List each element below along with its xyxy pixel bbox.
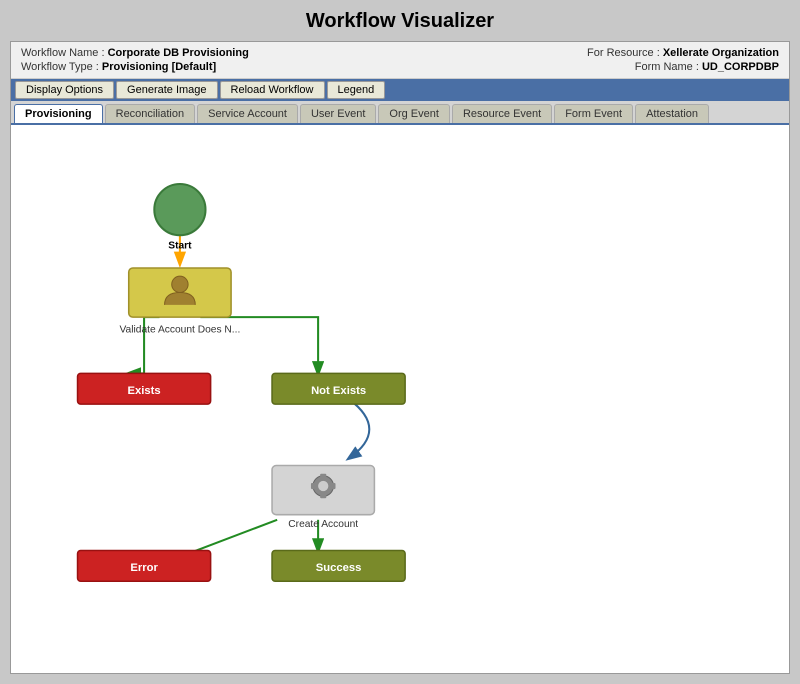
tab-reconciliation[interactable]: Reconciliation [105,104,195,123]
toolbar: Display Options Generate Image Reload Wo… [11,79,789,101]
tab-resource-event[interactable]: Resource Event [452,104,552,123]
main-panel: Workflow Name : Corporate DB Provisionin… [10,41,790,674]
legend-button[interactable]: Legend [327,81,386,99]
workflow-type-label: Workflow Type : Provisioning [Default] [21,61,216,73]
tab-provisioning[interactable]: Provisioning [14,104,103,123]
tab-user-event[interactable]: User Event [300,104,376,123]
svg-text:Start: Start [168,241,192,252]
reload-workflow-button[interactable]: Reload Workflow [220,81,325,99]
workflow-name-label: Workflow Name : Corporate DB Provisionin… [21,47,249,59]
svg-text:Validate Account Does N...: Validate Account Does N... [120,324,241,335]
page-title: Workflow Visualizer [306,10,494,33]
tab-attestation[interactable]: Attestation [635,104,709,123]
for-resource-label: For Resource : Xellerate Organization [587,47,779,59]
tab-service-account[interactable]: Service Account [197,104,298,123]
generate-image-button[interactable]: Generate Image [116,81,218,99]
tab-org-event[interactable]: Org Event [378,104,450,123]
workflow-svg: Start Validate Account Does N... Exists … [11,125,789,673]
display-options-button[interactable]: Display Options [15,81,114,99]
info-bar: Workflow Name : Corporate DB Provisionin… [11,42,789,79]
form-name-label: Form Name : UD_CORPDBP [635,61,779,73]
info-row-2: Workflow Type : Provisioning [Default] F… [21,61,779,73]
tab-form-event[interactable]: Form Event [554,104,633,123]
info-row-1: Workflow Name : Corporate DB Provisionin… [21,47,779,59]
svg-text:Not Exists: Not Exists [311,385,366,397]
workflow-canvas: Start Validate Account Does N... Exists … [11,125,789,673]
page-wrapper: Workflow Visualizer Workflow Name : Corp… [0,0,800,684]
svg-text:Exists: Exists [128,385,161,397]
tabs-row: Provisioning Reconciliation Service Acco… [11,101,789,125]
svg-text:Error: Error [130,562,158,574]
svg-text:Success: Success [316,562,362,574]
svg-text:Create Account: Create Account [288,519,358,530]
